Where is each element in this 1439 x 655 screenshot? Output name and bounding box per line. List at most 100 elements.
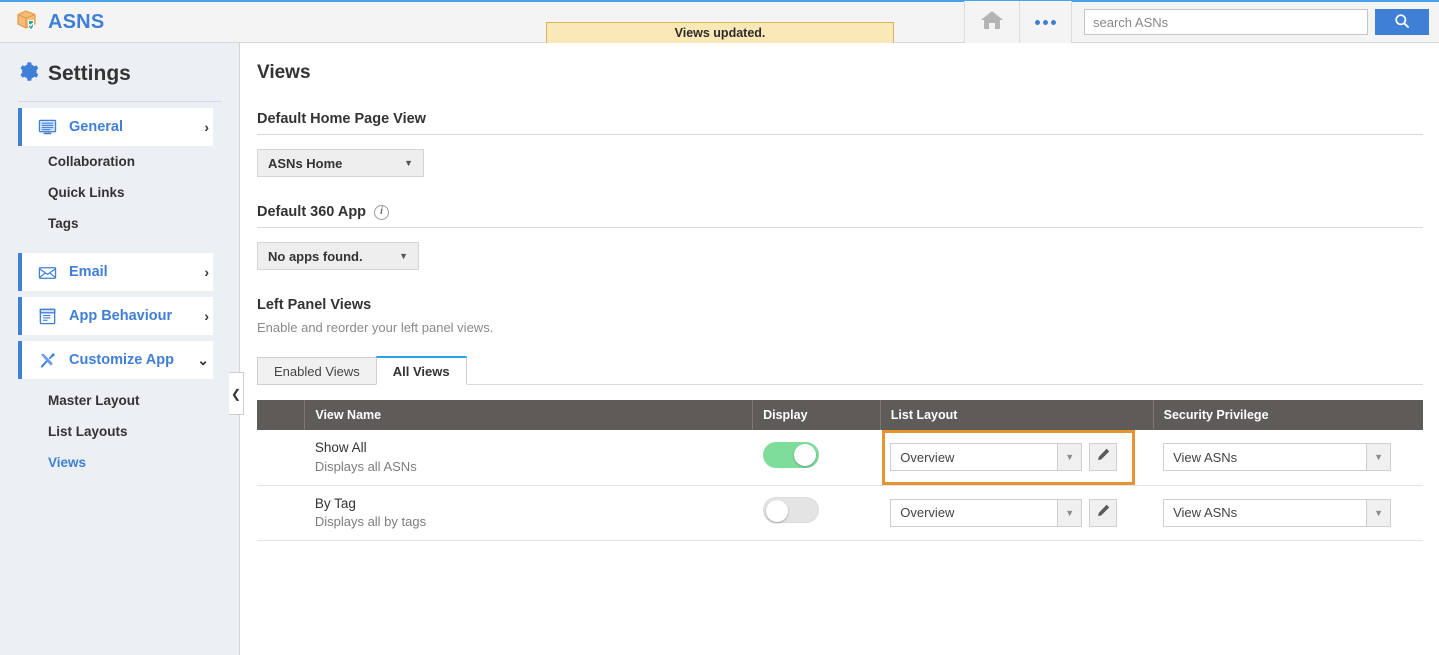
table-row[interactable]: By Tag Displays all by tags Overview ▼ V…	[257, 485, 1423, 541]
left-panel-views-section: Left Panel Views Enable and reorder your…	[257, 297, 1423, 541]
chevron-down-icon: ⌄	[197, 351, 209, 368]
toggle-knob	[793, 443, 816, 466]
sidebar-subitem-quick-links[interactable]: Quick Links	[0, 177, 239, 208]
security-privilege-value[interactable]: View ASNs	[1163, 443, 1368, 472]
list-layout-combo[interactable]: Overview ▼	[890, 443, 1118, 472]
column-header-handle	[257, 400, 306, 430]
search-input[interactable]	[1084, 9, 1368, 35]
flash-message: Views updated.	[546, 21, 894, 44]
default-home-page-view-section: Default Home Page View ASNs Home ▼	[257, 111, 1423, 177]
tab-all-views[interactable]: All Views	[375, 356, 467, 385]
list-layout-combo[interactable]: Overview ▼	[890, 498, 1118, 527]
sidebar-collapse-handle[interactable]: ❮	[229, 372, 244, 415]
views-table-body: Show All Displays all ASNs Overview ▼ Vi…	[257, 430, 1423, 541]
chevron-left-icon: ❮	[230, 386, 242, 401]
more-dots-icon	[1035, 19, 1056, 25]
sidebar-subitem-views[interactable]: Views	[0, 447, 239, 478]
views-table: View Name Display List Layout Security P…	[257, 400, 1423, 541]
edit-list-layout-button[interactable]	[1089, 498, 1118, 527]
default-360-app-section: Default 360 App i No apps found. ▼	[257, 204, 1423, 270]
sidebar-subitem-collaboration[interactable]: Collaboration	[0, 146, 239, 177]
security-privilege-combo[interactable]: View ASNs ▼	[1163, 443, 1392, 472]
section-divider	[257, 227, 1423, 228]
chevron-down-icon[interactable]: ▼	[1058, 443, 1083, 472]
edit-list-layout-button[interactable]	[1089, 443, 1118, 472]
table-header-row: View Name Display List Layout Security P…	[257, 400, 1423, 430]
security-privilege-cell: View ASNs ▼	[1153, 485, 1423, 541]
views-table-header: View Name Display List Layout Security P…	[257, 400, 1423, 430]
security-privilege-value[interactable]: View ASNs	[1163, 498, 1368, 527]
display-toggle[interactable]	[762, 497, 819, 523]
select-value: ASNs Home	[268, 155, 343, 171]
sidebar-item-label: General	[69, 119, 123, 135]
search-button[interactable]	[1375, 9, 1429, 35]
sidebar-header: Settings	[0, 43, 239, 101]
gear-icon	[18, 61, 39, 87]
chevron-right-icon: ›	[204, 308, 209, 324]
flash-message-zone: Views updated.	[240, 2, 964, 44]
chevron-down-icon[interactable]: ▼	[1367, 443, 1392, 472]
chevron-down-icon[interactable]: ▼	[1058, 498, 1083, 527]
row-drag-handle-cell[interactable]	[257, 430, 305, 486]
top-bar: ASNS Views updated.	[0, 0, 1439, 44]
section-heading-row: Default 360 App i	[257, 204, 1423, 227]
tab-enabled-views[interactable]: Enabled Views	[257, 357, 377, 385]
list-layout-cell: Overview ▼	[880, 430, 1154, 486]
app-logo-zone[interactable]: ASNS	[0, 2, 240, 43]
sidebar-item-customize-app[interactable]: Customize App ⌄	[18, 341, 213, 379]
views-tabs: Enabled Views All Views	[257, 356, 1423, 385]
chevron-right-icon: ›	[204, 119, 209, 135]
sidebar-subitem-master-layout[interactable]: Master Layout	[0, 385, 239, 416]
sidebar-subitem-tags[interactable]: Tags	[0, 208, 239, 239]
column-header-list-layout: List Layout	[880, 400, 1154, 430]
chevron-down-icon: ▼	[399, 251, 408, 261]
section-heading: Default 360 App	[257, 204, 367, 220]
section-subtitle: Enable and reorder your left panel views…	[257, 320, 494, 335]
default-360-app-select[interactable]: No apps found. ▼	[257, 242, 419, 270]
tools-icon	[38, 351, 60, 370]
main-content: Views Default Home Page View ASNs Home ▼…	[241, 43, 1439, 655]
view-description: Displays all by tags	[314, 513, 427, 529]
pencil-icon	[1096, 447, 1111, 467]
list-layout-value[interactable]: Overview	[890, 498, 1059, 527]
security-privilege-combo[interactable]: View ASNs ▼	[1163, 498, 1392, 527]
view-description: Displays all ASNs	[314, 458, 417, 474]
default-home-page-view-select[interactable]: ASNs Home ▼	[257, 149, 424, 177]
section-divider	[257, 134, 1423, 135]
more-options-button[interactable]	[1020, 1, 1072, 43]
search-icon	[1394, 13, 1410, 32]
column-header-view-name: View Name	[304, 400, 754, 430]
display-cell	[752, 430, 881, 486]
window-doc-icon	[38, 307, 60, 326]
security-privilege-cell: View ASNs ▼	[1153, 430, 1423, 486]
monitor-icon	[38, 118, 60, 137]
chevron-right-icon: ›	[204, 264, 209, 280]
section-heading: Left Panel Views	[257, 297, 372, 313]
home-button[interactable]	[964, 1, 1020, 43]
select-value: No apps found.	[268, 248, 363, 264]
app-name: ASNS	[48, 10, 105, 33]
column-header-display: Display	[752, 400, 881, 430]
display-toggle[interactable]	[762, 441, 819, 468]
sidebar-item-email[interactable]: Email ›	[18, 253, 213, 291]
view-name: By Tag	[314, 495, 356, 511]
view-name-cell: Show All Displays all ASNs	[304, 430, 753, 486]
sidebar-item-app-behaviour[interactable]: App Behaviour ›	[18, 297, 213, 335]
section-heading: Default Home Page View	[257, 111, 426, 127]
list-layout-value[interactable]: Overview	[890, 443, 1059, 472]
display-cell	[752, 485, 881, 541]
view-name: Show All	[314, 440, 367, 456]
sidebar-subitem-list-layouts[interactable]: List Layouts	[0, 416, 239, 447]
sidebar-title: Settings	[48, 62, 131, 85]
toggle-knob	[765, 500, 788, 522]
info-icon[interactable]: i	[374, 204, 390, 220]
package-shield-icon	[14, 7, 40, 38]
table-row[interactable]: Show All Displays all ASNs Overview ▼ Vi…	[257, 430, 1423, 486]
sidebar-item-general[interactable]: General ›	[18, 108, 213, 146]
chevron-down-icon: ▼	[404, 158, 413, 168]
row-drag-handle-cell[interactable]	[257, 485, 305, 541]
chevron-down-icon[interactable]: ▼	[1367, 498, 1392, 527]
list-layout-cell: Overview ▼	[880, 485, 1154, 541]
sidebar-item-label: App Behaviour	[69, 308, 173, 324]
sidebar-item-label: Customize App	[69, 352, 174, 368]
